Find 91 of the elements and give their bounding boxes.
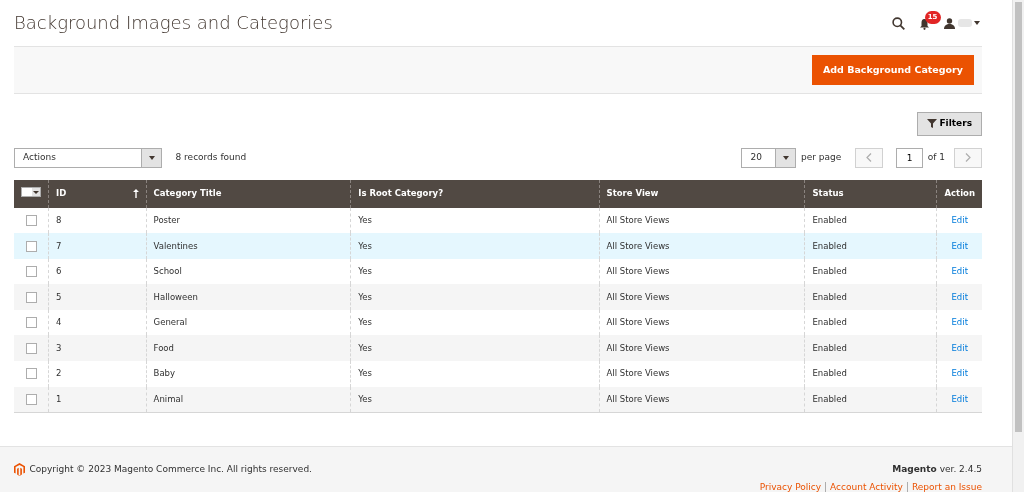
id-cell: 4 xyxy=(56,317,62,328)
id-cell: 2 xyxy=(56,368,62,379)
row-checkbox[interactable] xyxy=(25,342,37,354)
page-title: Background Images and Categories xyxy=(14,12,333,34)
per-page-label: per page xyxy=(800,150,842,164)
next-page-button[interactable] xyxy=(954,147,982,168)
store-view-cell: All Store Views xyxy=(606,317,670,328)
root-cell: Yes xyxy=(358,240,372,251)
title-cell: General xyxy=(153,317,188,328)
id-cell: 3 xyxy=(56,342,62,353)
row-checkbox[interactable] xyxy=(25,214,37,226)
store-view-cell: All Store Views xyxy=(606,214,670,225)
edit-link[interactable]: Edit xyxy=(951,342,968,353)
page-number-field[interactable]: 1 xyxy=(896,147,924,168)
title-cell: Food xyxy=(153,342,174,353)
footer-link[interactable]: Privacy Policy xyxy=(759,482,822,492)
sort-arrow-icon[interactable] xyxy=(132,187,139,200)
title-cell: Poster xyxy=(153,214,181,225)
edit-link[interactable]: Edit xyxy=(951,393,968,404)
records-count: 8 records found xyxy=(175,150,247,164)
column-header[interactable]: Category Title xyxy=(153,188,222,199)
id-cell: 7 xyxy=(56,240,62,251)
caret-icon xyxy=(148,155,155,160)
status-cell: Enabled xyxy=(812,240,847,251)
copyright-text: Copyright © 2023 Magento Commerce Inc. All rights reserved. xyxy=(29,463,312,476)
root-cell: Yes xyxy=(358,342,372,353)
per-page-select[interactable]: 20 xyxy=(741,147,797,168)
status-cell: Enabled xyxy=(812,342,847,353)
store-view-cell: All Store Views xyxy=(606,291,670,302)
search-icon[interactable] xyxy=(892,16,906,30)
store-view-cell: All Store Views xyxy=(606,393,670,404)
actions-select[interactable]: Actions xyxy=(14,147,162,168)
edit-link[interactable]: Edit xyxy=(951,266,968,277)
caret-icon xyxy=(782,155,789,160)
edit-link[interactable]: Edit xyxy=(951,240,968,251)
edit-link[interactable]: Edit xyxy=(951,368,968,379)
status-cell: Enabled xyxy=(812,291,847,302)
title-cell: Baby xyxy=(153,368,176,379)
id-cell: 6 xyxy=(56,266,62,277)
edit-link[interactable]: Edit xyxy=(951,317,968,328)
filters-button[interactable]: Filters xyxy=(917,112,982,136)
column-header[interactable]: Status xyxy=(812,188,844,199)
edit-link[interactable]: Edit xyxy=(951,291,968,302)
column-header[interactable]: ID xyxy=(56,187,67,200)
chevron-right-icon xyxy=(965,153,971,162)
page-count: of 1 xyxy=(927,150,945,164)
edit-link[interactable]: Edit xyxy=(951,214,968,225)
status-cell: Enabled xyxy=(812,317,847,328)
row-checkbox[interactable] xyxy=(25,393,37,405)
store-view-cell: All Store Views xyxy=(606,342,670,353)
column-header[interactable]: Store View xyxy=(606,188,659,199)
status-cell: Enabled xyxy=(812,266,847,277)
version-text: Magento ver. 2.4.5 xyxy=(891,463,982,476)
row-checkbox[interactable] xyxy=(25,240,37,252)
root-cell: Yes xyxy=(358,291,372,302)
root-cell: Yes xyxy=(358,368,372,379)
store-view-cell: All Store Views xyxy=(606,266,670,277)
row-checkbox[interactable] xyxy=(25,368,37,380)
title-cell: School xyxy=(153,266,182,277)
title-cell: Halloween xyxy=(153,291,198,302)
row-checkbox[interactable] xyxy=(25,291,37,303)
status-cell: Enabled xyxy=(812,368,847,379)
status-cell: Enabled xyxy=(812,214,847,225)
previous-page-button[interactable] xyxy=(854,147,883,168)
row-checkbox[interactable] xyxy=(25,317,37,329)
row-checkbox[interactable] xyxy=(25,266,37,278)
root-cell: Yes xyxy=(358,266,372,277)
logo-icon xyxy=(14,463,25,476)
root-cell: Yes xyxy=(358,393,372,404)
footer-link[interactable]: Account Activity xyxy=(825,482,903,492)
store-view-cell: All Store Views xyxy=(606,368,670,379)
id-cell: 1 xyxy=(56,393,62,404)
select-all-checkbox[interactable] xyxy=(21,187,41,198)
title-cell: Animal xyxy=(153,393,183,404)
id-cell: 5 xyxy=(56,291,62,302)
store-view-cell: All Store Views xyxy=(606,240,670,251)
caret-icon[interactable] xyxy=(973,21,980,25)
id-cell: 8 xyxy=(56,214,62,225)
user-icon[interactable] xyxy=(944,17,956,29)
add-category-button[interactable]: Add Background Category xyxy=(811,54,974,86)
bell-icon[interactable] xyxy=(918,17,930,30)
chevron-left-icon xyxy=(865,153,872,162)
scrollbar[interactable] xyxy=(1012,0,1024,492)
blurred-username xyxy=(957,19,972,27)
root-cell: Yes xyxy=(358,214,372,225)
filter-icon xyxy=(927,119,938,129)
status-cell: Enabled xyxy=(812,393,847,404)
footer-link[interactable]: Report an Issue xyxy=(906,482,982,492)
column-header[interactable]: Is Root Category? xyxy=(358,188,444,199)
root-cell: Yes xyxy=(358,317,372,328)
title-cell: Valentines xyxy=(153,240,198,251)
